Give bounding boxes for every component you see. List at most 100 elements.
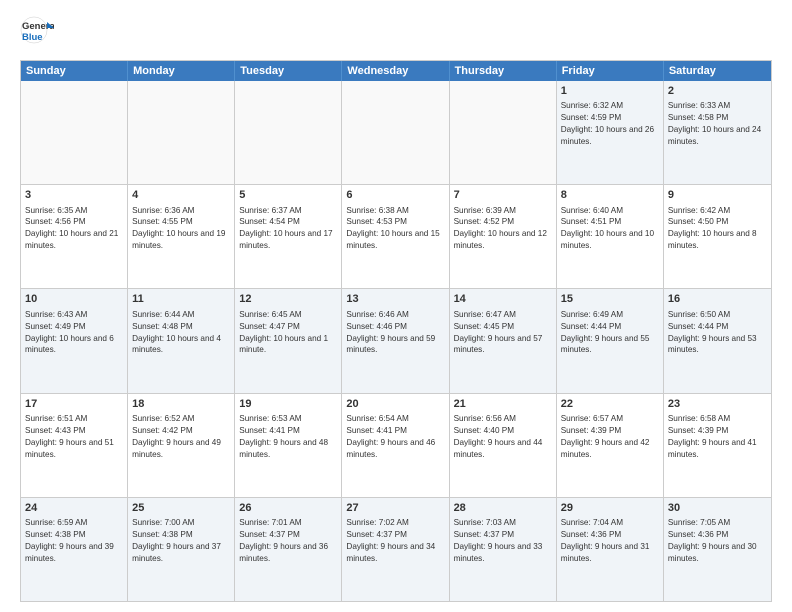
cal-header-wednesday: Wednesday xyxy=(342,61,449,81)
day-info: Sunrise: 6:33 AM Sunset: 4:58 PM Dayligh… xyxy=(668,100,767,148)
day-info: Sunrise: 6:56 AM Sunset: 4:40 PM Dayligh… xyxy=(454,413,552,461)
cal-cell-day-19: 19Sunrise: 6:53 AM Sunset: 4:41 PM Dayli… xyxy=(235,394,342,497)
cal-cell-day-2: 2Sunrise: 6:33 AM Sunset: 4:58 PM Daylig… xyxy=(664,81,771,184)
day-number: 5 xyxy=(239,188,337,203)
cal-cell-empty-0-1 xyxy=(128,81,235,184)
cal-cell-day-20: 20Sunrise: 6:54 AM Sunset: 4:41 PM Dayli… xyxy=(342,394,449,497)
day-info: Sunrise: 6:52 AM Sunset: 4:42 PM Dayligh… xyxy=(132,413,230,461)
day-info: Sunrise: 7:04 AM Sunset: 4:36 PM Dayligh… xyxy=(561,517,659,565)
cal-cell-empty-0-2 xyxy=(235,81,342,184)
cal-cell-day-6: 6 Sunrise: 6:38 AM Sunset: 4:53 PM Daylig… xyxy=(342,185,449,288)
cal-row-2: 10 Sunrise: 6:43 AM Sunset: 4:49 PM Dayli… xyxy=(21,289,771,393)
page: General Blue SundayMondayTuesdayWednesda… xyxy=(0,0,792,612)
day-info: Sunrise: 6:43 AM Sunset: 4:49 PM Dayligh… xyxy=(25,309,123,357)
cal-cell-day-23: 23Sunrise: 6:58 AM Sunset: 4:39 PM Dayli… xyxy=(664,394,771,497)
cal-cell-day-14: 14 Sunrise: 6:47 AM Sunset: 4:45 PM Dayli… xyxy=(450,289,557,392)
day-number: 14 xyxy=(454,292,552,307)
cal-cell-day-4: 4Sunrise: 6:36 AM Sunset: 4:55 PM Daylig… xyxy=(128,185,235,288)
logo: General Blue xyxy=(20,16,54,50)
cal-row-4: 24Sunrise: 6:59 AM Sunset: 4:38 PM Dayli… xyxy=(21,498,771,601)
cal-cell-day-10: 10 Sunrise: 6:43 AM Sunset: 4:49 PM Dayli… xyxy=(21,289,128,392)
day-number: 16 xyxy=(668,292,767,307)
logo-svg: General Blue xyxy=(20,16,54,50)
cal-cell-day-9: 9Sunrise: 6:42 AM Sunset: 4:50 PM Daylig… xyxy=(664,185,771,288)
day-info: Sunrise: 6:51 AM Sunset: 4:43 PM Dayligh… xyxy=(25,413,123,461)
cal-cell-day-30: 30Sunrise: 7:05 AM Sunset: 4:36 PM Dayli… xyxy=(664,498,771,601)
day-number: 30 xyxy=(668,501,767,516)
day-number: 25 xyxy=(132,501,230,516)
day-number: 10 xyxy=(25,292,123,307)
cal-cell-day-1: 1Sunrise: 6:32 AM Sunset: 4:59 PM Daylig… xyxy=(557,81,664,184)
cal-cell-empty-0-3 xyxy=(342,81,449,184)
day-info: Sunrise: 6:57 AM Sunset: 4:39 PM Dayligh… xyxy=(561,413,659,461)
day-number: 19 xyxy=(239,397,337,412)
cal-header-sunday: Sunday xyxy=(21,61,128,81)
cal-header-monday: Monday xyxy=(128,61,235,81)
cal-cell-empty-0-0 xyxy=(21,81,128,184)
day-number: 6 xyxy=(346,188,444,203)
header: General Blue xyxy=(20,16,772,50)
day-info: Sunrise: 6:54 AM Sunset: 4:41 PM Dayligh… xyxy=(346,413,444,461)
day-info: Sunrise: 6:53 AM Sunset: 4:41 PM Dayligh… xyxy=(239,413,337,461)
svg-text:Blue: Blue xyxy=(22,32,43,43)
day-number: 27 xyxy=(346,501,444,516)
cal-cell-day-28: 28Sunrise: 7:03 AM Sunset: 4:37 PM Dayli… xyxy=(450,498,557,601)
day-info: Sunrise: 6:44 AM Sunset: 4:48 PM Dayligh… xyxy=(132,309,230,357)
cal-cell-day-26: 26Sunrise: 7:01 AM Sunset: 4:37 PM Dayli… xyxy=(235,498,342,601)
cal-row-3: 17Sunrise: 6:51 AM Sunset: 4:43 PM Dayli… xyxy=(21,394,771,498)
cal-cell-day-5: 5 Sunrise: 6:37 AM Sunset: 4:54 PM Daylig… xyxy=(235,185,342,288)
day-info: Sunrise: 7:01 AM Sunset: 4:37 PM Dayligh… xyxy=(239,517,337,565)
cal-cell-day-12: 12Sunrise: 6:45 AM Sunset: 4:47 PM Dayli… xyxy=(235,289,342,392)
cal-header-tuesday: Tuesday xyxy=(235,61,342,81)
day-number: 28 xyxy=(454,501,552,516)
day-number: 21 xyxy=(454,397,552,412)
day-info: Sunrise: 6:59 AM Sunset: 4:38 PM Dayligh… xyxy=(25,517,123,565)
cal-cell-day-13: 13Sunrise: 6:46 AM Sunset: 4:46 PM Dayli… xyxy=(342,289,449,392)
day-number: 9 xyxy=(668,188,767,203)
cal-cell-day-24: 24Sunrise: 6:59 AM Sunset: 4:38 PM Dayli… xyxy=(21,498,128,601)
cal-cell-day-8: 8Sunrise: 6:40 AM Sunset: 4:51 PM Daylig… xyxy=(557,185,664,288)
day-number: 23 xyxy=(668,397,767,412)
cal-cell-day-21: 21Sunrise: 6:56 AM Sunset: 4:40 PM Dayli… xyxy=(450,394,557,497)
day-info: Sunrise: 6:49 AM Sunset: 4:44 PM Dayligh… xyxy=(561,309,659,357)
day-number: 15 xyxy=(561,292,659,307)
day-number: 3 xyxy=(25,188,123,203)
day-info: Sunrise: 6:35 AM Sunset: 4:56 PM Dayligh… xyxy=(25,205,123,253)
day-number: 22 xyxy=(561,397,659,412)
day-info: Sunrise: 7:03 AM Sunset: 4:37 PM Dayligh… xyxy=(454,517,552,565)
day-number: 17 xyxy=(25,397,123,412)
day-info: Sunrise: 6:47 AM Sunset: 4:45 PM Dayligh… xyxy=(454,309,552,357)
cal-cell-day-25: 25Sunrise: 7:00 AM Sunset: 4:38 PM Dayli… xyxy=(128,498,235,601)
day-number: 2 xyxy=(668,84,767,99)
calendar: SundayMondayTuesdayWednesdayThursdayFrid… xyxy=(20,60,772,602)
day-info: Sunrise: 6:37 AM Sunset: 4:54 PM Dayligh… xyxy=(239,205,337,253)
cal-cell-day-29: 29Sunrise: 7:04 AM Sunset: 4:36 PM Dayli… xyxy=(557,498,664,601)
cal-header-thursday: Thursday xyxy=(450,61,557,81)
cal-cell-day-15: 15 Sunrise: 6:49 AM Sunset: 4:44 PM Dayli… xyxy=(557,289,664,392)
cal-header-saturday: Saturday xyxy=(664,61,771,81)
cal-cell-day-22: 22Sunrise: 6:57 AM Sunset: 4:39 PM Dayli… xyxy=(557,394,664,497)
calendar-body: 1Sunrise: 6:32 AM Sunset: 4:59 PM Daylig… xyxy=(21,81,771,601)
day-info: Sunrise: 6:50 AM Sunset: 4:44 PM Dayligh… xyxy=(668,309,767,357)
cal-cell-day-17: 17Sunrise: 6:51 AM Sunset: 4:43 PM Dayli… xyxy=(21,394,128,497)
day-number: 13 xyxy=(346,292,444,307)
day-info: Sunrise: 6:45 AM Sunset: 4:47 PM Dayligh… xyxy=(239,309,337,357)
day-number: 18 xyxy=(132,397,230,412)
day-number: 26 xyxy=(239,501,337,516)
cal-cell-day-11: 11Sunrise: 6:44 AM Sunset: 4:48 PM Dayli… xyxy=(128,289,235,392)
day-number: 24 xyxy=(25,501,123,516)
cal-cell-day-3: 3 Sunrise: 6:35 AM Sunset: 4:56 PM Daylig… xyxy=(21,185,128,288)
cal-header-friday: Friday xyxy=(557,61,664,81)
day-number: 7 xyxy=(454,188,552,203)
day-info: Sunrise: 7:05 AM Sunset: 4:36 PM Dayligh… xyxy=(668,517,767,565)
day-number: 29 xyxy=(561,501,659,516)
day-info: Sunrise: 6:38 AM Sunset: 4:53 PM Dayligh… xyxy=(346,205,444,253)
cal-cell-day-27: 27Sunrise: 7:02 AM Sunset: 4:37 PM Dayli… xyxy=(342,498,449,601)
day-info: Sunrise: 6:40 AM Sunset: 4:51 PM Dayligh… xyxy=(561,205,659,253)
calendar-header: SundayMondayTuesdayWednesdayThursdayFrid… xyxy=(21,61,771,81)
day-number: 4 xyxy=(132,188,230,203)
day-info: Sunrise: 6:58 AM Sunset: 4:39 PM Dayligh… xyxy=(668,413,767,461)
cal-cell-day-16: 16 Sunrise: 6:50 AM Sunset: 4:44 PM Dayli… xyxy=(664,289,771,392)
day-info: Sunrise: 7:00 AM Sunset: 4:38 PM Dayligh… xyxy=(132,517,230,565)
cal-row-0: 1Sunrise: 6:32 AM Sunset: 4:59 PM Daylig… xyxy=(21,81,771,185)
